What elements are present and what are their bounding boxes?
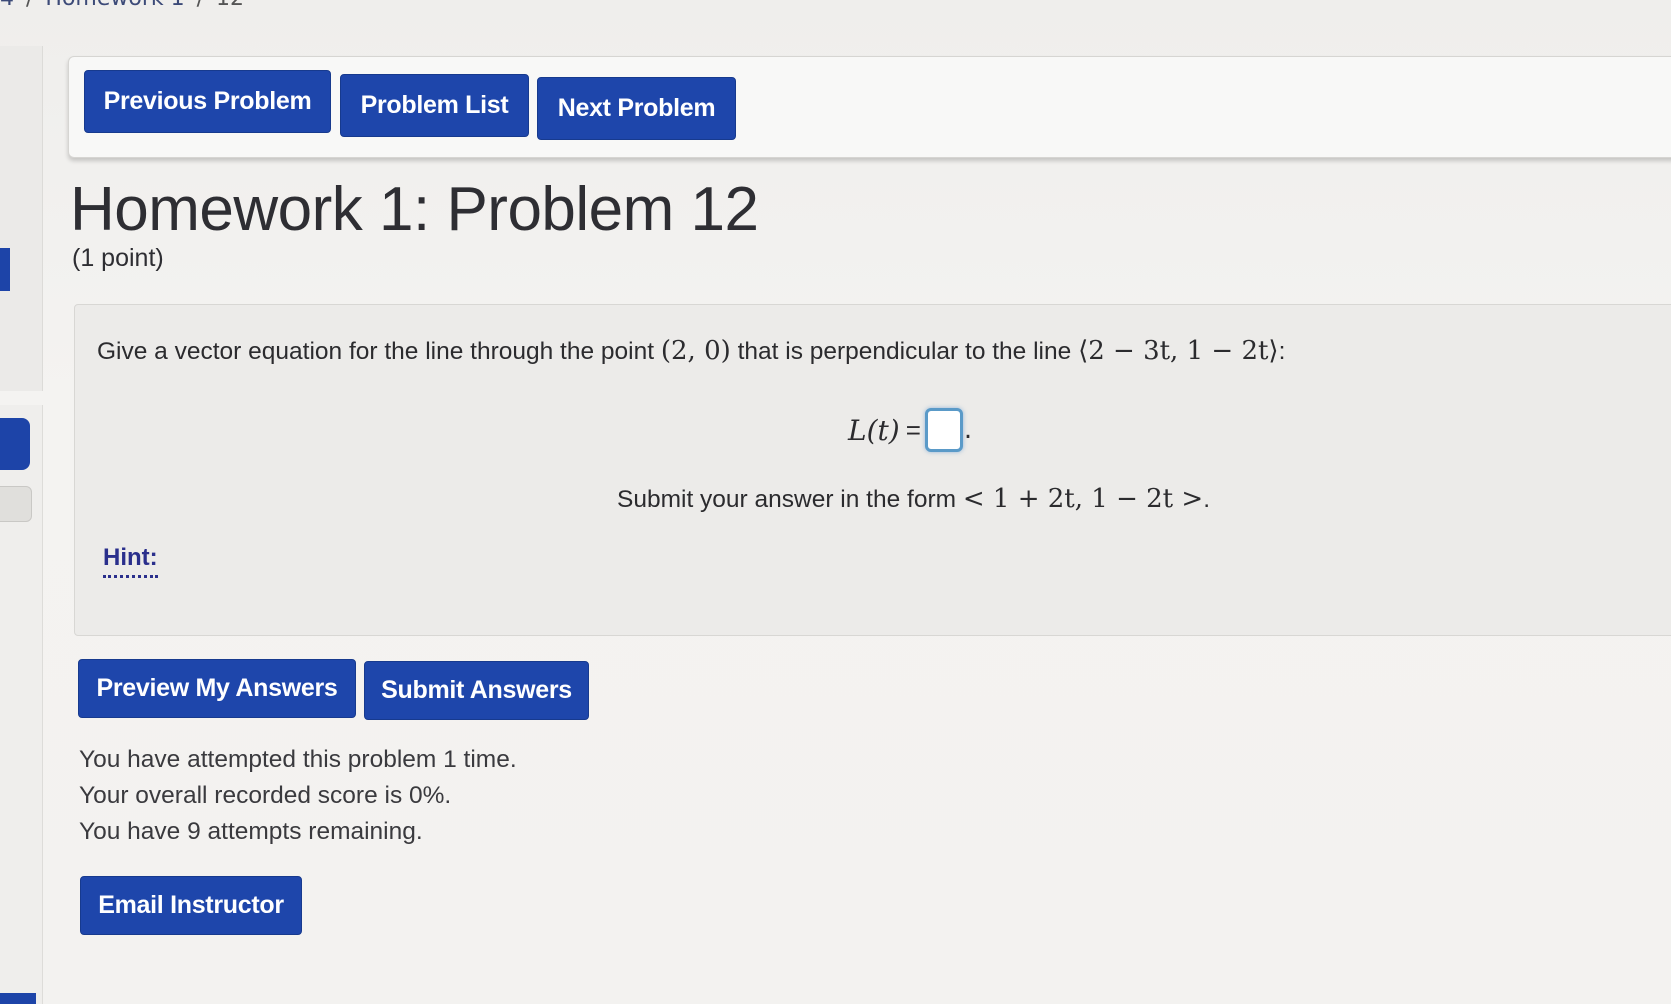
question-middle: that is perpendicular to the line (730, 338, 1079, 365)
form-hint-prefix: Submit your answer in the form (617, 486, 963, 513)
attempts-remaining-text: You have 9 attempts remaining. (79, 818, 423, 845)
sidebar-secondary-button[interactable] (0, 486, 32, 522)
breadcrumb: 4 / Homework 1 / 12 (0, 0, 244, 11)
answer-format-instructions: Submit your answer in the form < 1 + 2t,… (617, 484, 1210, 514)
attempt-status: You have attempted this problem 1 time. … (79, 742, 517, 850)
breadcrumb-separator: / (26, 0, 33, 11)
breadcrumb-item-current: 12 (216, 0, 244, 11)
submit-answers-button[interactable]: Submit Answers (364, 661, 589, 720)
answer-input[interactable] (924, 408, 963, 452)
breadcrumb-separator: / (197, 0, 204, 11)
preview-answers-button[interactable]: Preview My Answers (78, 659, 356, 718)
attempts-count-text: You have attempted this problem 1 time. (79, 746, 517, 773)
recorded-score-text: Your overall recorded score is 0%. (79, 782, 452, 809)
question-point: (2, 0) (660, 336, 731, 366)
sidebar-button[interactable] (0, 418, 30, 470)
form-hint-math: < 1 + 2t, 1 − 2t > (962, 484, 1204, 514)
answer-label: L(t) (848, 413, 900, 447)
next-problem-button[interactable]: Next Problem (537, 77, 736, 140)
problem-list-button[interactable]: Problem List (340, 74, 529, 137)
email-instructor-button[interactable]: Email Instructor (80, 876, 302, 935)
question-suffix: : (1278, 338, 1286, 365)
breadcrumb-item-set[interactable]: 4 (0, 0, 14, 11)
question-line: ⟨2 − 3t, 1 − 2t⟩ (1078, 336, 1279, 366)
page: 4 / Homework 1 / 12 Previous Problem Problem… (0, 0, 1671, 1004)
answer-period: . (963, 415, 973, 445)
answer-equals: = (905, 414, 921, 445)
hint-toggle[interactable]: Hint: (103, 544, 158, 578)
sidebar (0, 46, 43, 391)
answer-row: L(t) = . (848, 408, 972, 452)
sidebar-active-indicator[interactable] (0, 248, 10, 291)
sidebar-bottom-button[interactable] (0, 993, 36, 1004)
problem-points: (1 point) (72, 244, 164, 272)
previous-problem-button[interactable]: Previous Problem (84, 70, 331, 133)
question-prefix: Give a vector equation for the line thro… (97, 338, 661, 365)
breadcrumb-item-homework[interactable]: Homework 1 (45, 0, 184, 11)
page-title: Homework 1: Problem 12 (70, 175, 759, 244)
question-text: Give a vector equation for the line thro… (97, 336, 1285, 366)
form-hint-suffix: . (1203, 486, 1210, 513)
